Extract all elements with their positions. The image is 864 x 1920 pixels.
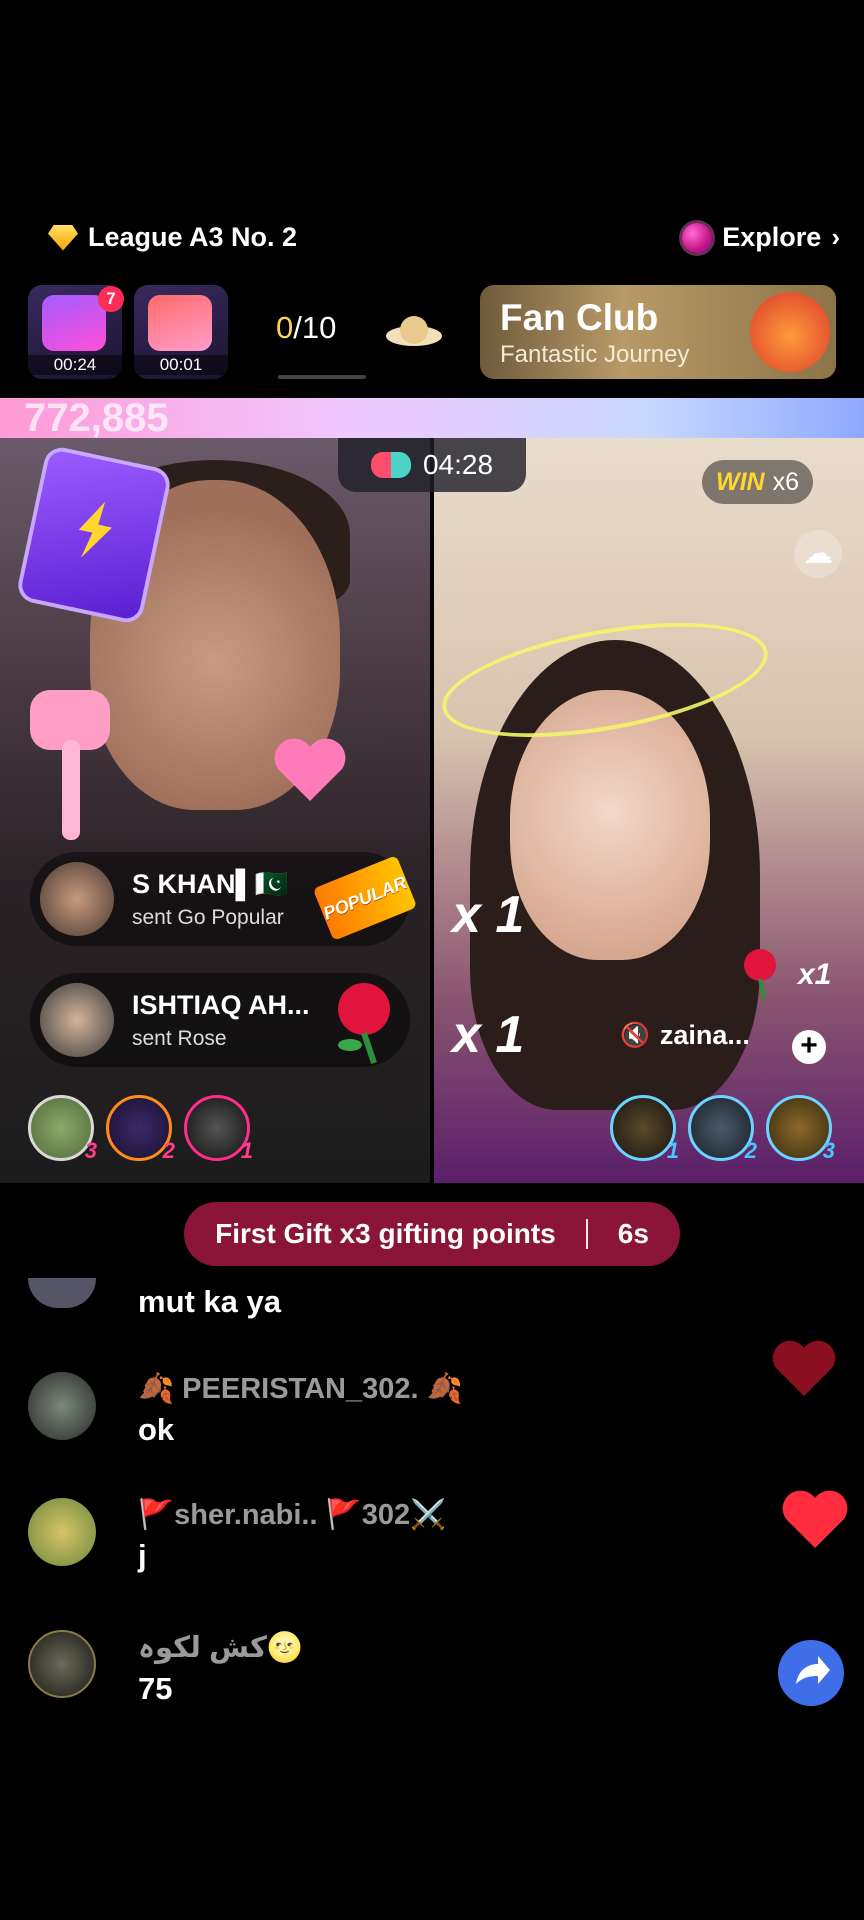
chat-text: mut ka ya xyxy=(138,1284,282,1319)
task-timer: 00:01 xyxy=(134,355,228,375)
explore-button[interactable]: Explore › xyxy=(682,222,840,253)
first-gift-banner[interactable]: First Gift x3 gifting points 6s xyxy=(184,1202,680,1266)
hammer-sticker-icon xyxy=(30,690,110,840)
guest-name: zaina... xyxy=(659,1020,750,1050)
left-score: 772,885 xyxy=(24,396,169,440)
chat-message: کش لکوہ🌝 75 xyxy=(28,1630,303,1707)
battle-timer: 04:28 xyxy=(338,438,526,492)
mute-icon: 🔇 xyxy=(620,1022,650,1049)
heart-icon[interactable] xyxy=(772,1340,836,1398)
gift-combo: x 1 xyxy=(452,886,525,944)
chat-message: 🍂 PEERISTAN_302. 🍂 ok xyxy=(28,1372,463,1448)
diamond-icon xyxy=(48,224,78,251)
win-label: WIN xyxy=(716,467,765,496)
top-gifter-avatar[interactable]: 2 xyxy=(688,1095,757,1163)
top-gifter-avatar[interactable]: 1 xyxy=(610,1095,679,1163)
planet-icon xyxy=(682,222,713,253)
planet-cloud-icon[interactable] xyxy=(384,310,444,354)
win-count: x6 xyxy=(772,467,800,496)
share-button[interactable] xyxy=(778,1640,844,1706)
share-arrow-icon xyxy=(796,1656,830,1684)
rank-number: 3 xyxy=(822,1138,835,1163)
avatar[interactable] xyxy=(28,1372,96,1440)
top-gifter-avatar[interactable]: 2 xyxy=(106,1095,175,1163)
chat-message: mut ka ya xyxy=(28,1278,281,1320)
rose-gift-icon xyxy=(338,983,390,1064)
heart-icon[interactable] xyxy=(782,1490,848,1550)
avatar[interactable] xyxy=(40,862,114,936)
chat-username[interactable]: کش لکوہ🌝 xyxy=(138,1630,303,1665)
gift-combo: x 1 xyxy=(452,1006,525,1064)
league-badge[interactable]: League A3 No. 2 xyxy=(48,222,297,253)
gift-action: sent Go Popular xyxy=(132,906,284,929)
gift-action: sent Rose xyxy=(132,1026,227,1050)
avatar[interactable] xyxy=(28,1278,96,1308)
avatar[interactable] xyxy=(28,1498,96,1566)
rose-count: x1 xyxy=(798,958,832,991)
explore-label: Explore xyxy=(722,222,822,252)
chat-username[interactable]: 🍂 PEERISTAN_302. 🍂 xyxy=(138,1372,463,1406)
league-label: League A3 No. 2 xyxy=(88,222,298,252)
rank-number: 3 xyxy=(84,1138,97,1163)
first-gift-countdown: 6s xyxy=(617,1218,649,1249)
chat-text: 75 xyxy=(138,1671,173,1706)
progress-current: 0 xyxy=(276,310,294,345)
rank-number: 1 xyxy=(666,1138,679,1163)
progress-track xyxy=(278,375,366,379)
timer-value: 04:28 xyxy=(422,449,494,480)
rank-number: 1 xyxy=(240,1138,253,1163)
rank-number: 2 xyxy=(744,1138,757,1163)
avatar[interactable] xyxy=(28,1630,96,1698)
notification-badge: 7 xyxy=(98,286,124,312)
chat-username[interactable]: 🚩sher.nabi.. 🚩302⚔️ xyxy=(138,1498,446,1532)
task-hammer[interactable]: 00:01 xyxy=(134,285,228,379)
progress-counter: 0/10 xyxy=(276,310,336,346)
rank-number: 2 xyxy=(162,1138,175,1163)
divider xyxy=(585,1219,588,1249)
gift-sender: ISHTIAQ AH... xyxy=(132,989,310,1020)
chat-text: ok xyxy=(138,1412,175,1447)
progress-total: /10 xyxy=(293,310,337,345)
guest-label[interactable]: 🔇 zaina... xyxy=(620,1020,750,1051)
top-gifter-avatar[interactable]: 1 xyxy=(184,1095,253,1163)
cloud-icon[interactable]: ☁ xyxy=(794,530,842,578)
task-timer: 00:24 xyxy=(28,355,122,375)
follow-add-button[interactable]: + xyxy=(792,1030,826,1064)
avatar[interactable] xyxy=(40,983,114,1057)
win-streak: WIN x6 xyxy=(702,460,814,504)
chat-text: j xyxy=(138,1538,147,1573)
first-gift-text: First Gift x3 gifting points xyxy=(215,1218,556,1249)
boxing-glove-icon xyxy=(370,452,411,478)
rose-gift-icon xyxy=(744,949,776,1000)
hammer-icon xyxy=(148,295,212,351)
top-gifter-avatar[interactable]: 3 xyxy=(766,1095,835,1163)
gift-sender: S KHAN▌🇵🇰 xyxy=(132,869,289,899)
chat-message: 🚩sher.nabi.. 🚩302⚔️ j xyxy=(28,1498,446,1574)
floating-heart-icon xyxy=(274,738,346,801)
pumpkin-mascot-icon xyxy=(750,292,830,372)
chevron-right-icon: › xyxy=(831,222,840,252)
top-gifter-avatar[interactable]: 3 xyxy=(28,1095,97,1163)
lightning-icon xyxy=(42,295,106,351)
bolt-icon xyxy=(69,497,121,564)
